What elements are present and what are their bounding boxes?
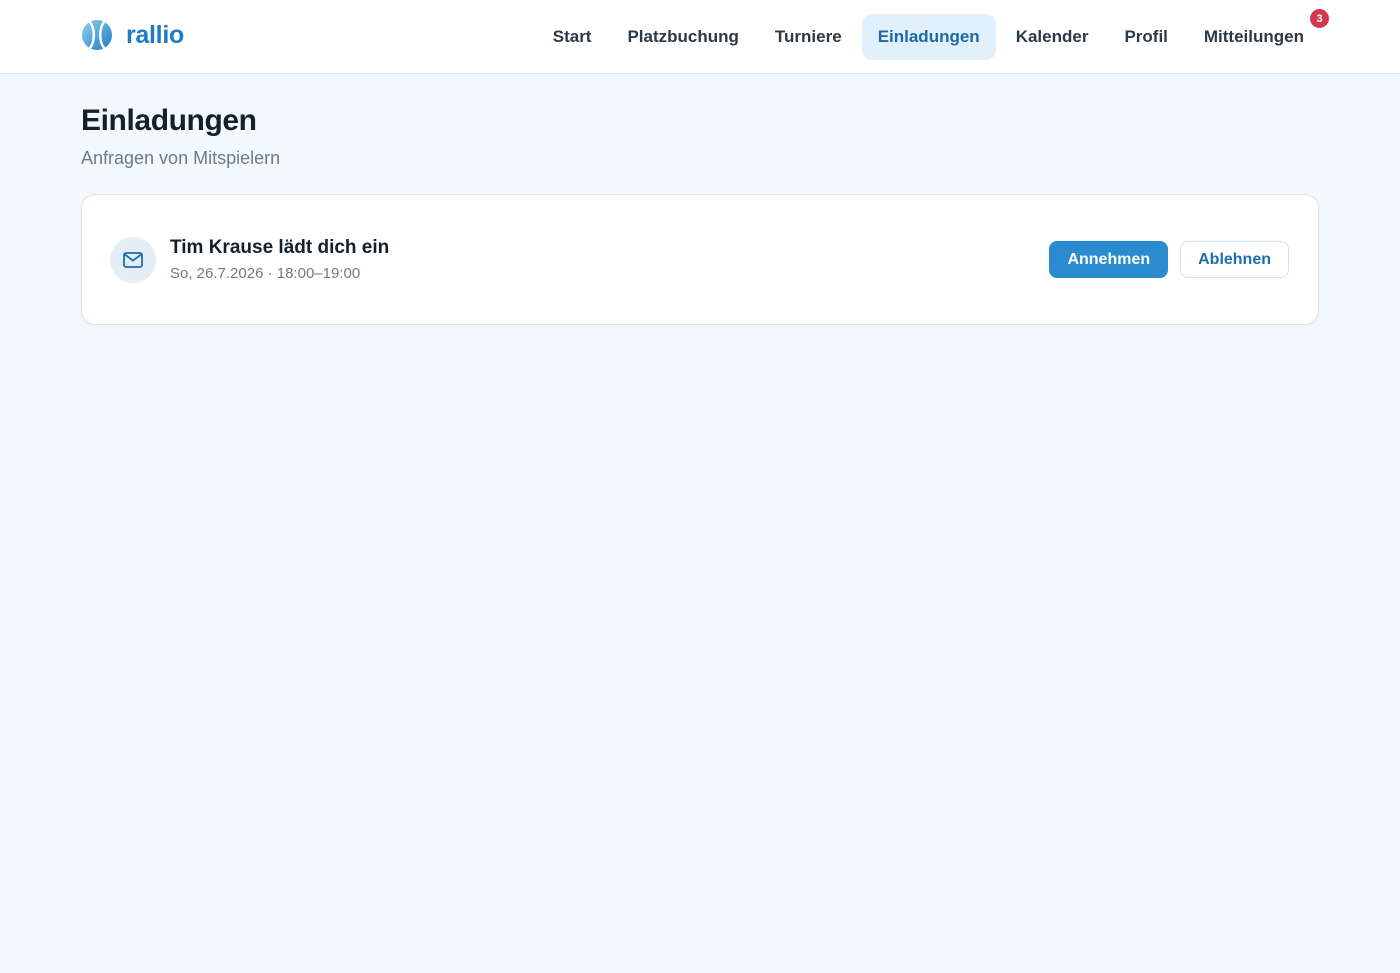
nav-item-kalender[interactable]: Kalender: [1000, 14, 1105, 60]
nav-item-label: Kalender: [1015, 27, 1089, 46]
nav-item-label: Profil: [1124, 27, 1168, 46]
notification-count-badge: 3: [1310, 9, 1329, 28]
mail-icon: [110, 237, 156, 283]
nav-item-label: Turniere: [774, 27, 842, 46]
tennis-ball-icon: [81, 19, 113, 51]
invitation-actions: Annehmen Ablehnen: [1049, 241, 1289, 278]
invitation-datetime: So, 26.7.2026 · 18:00–19:00: [170, 265, 361, 282]
nav-item-start[interactable]: Start: [537, 14, 608, 60]
brand-logo-link[interactable]: rallio: [81, 19, 184, 51]
nav-item-einladungen[interactable]: Einladungen: [861, 14, 996, 60]
invitation-title: Tim Krause lädt dich ein: [170, 237, 390, 258]
main-navigation: Start Platzbuchung Turniere Einladungen …: [537, 9, 1329, 60]
accept-button[interactable]: Annehmen: [1049, 241, 1169, 278]
nav-item-label: Start: [552, 27, 592, 46]
page-subtitle: Anfragen von Mitspielern: [81, 148, 281, 168]
nav-item-label: Mitteilungen: [1203, 27, 1304, 46]
brand-name: rallio: [126, 20, 184, 49]
nav-item-mitteilungen[interactable]: Mitteilungen 3: [1188, 9, 1329, 60]
decline-button[interactable]: Ablehnen: [1180, 241, 1289, 278]
nav-item-label: Einladungen: [877, 27, 980, 46]
nav-item-turniere[interactable]: Turniere: [759, 14, 858, 60]
nav-item-label: Platzbuchung: [627, 27, 739, 46]
page-title: Einladungen: [81, 104, 257, 137]
top-navigation-bar: rallio Start Platzbuchung Turniere Einla…: [0, 0, 1400, 74]
nav-item-profil[interactable]: Profil: [1108, 14, 1183, 60]
invitation-card: Tim Krause lädt dich ein So, 26.7.2026 ·…: [81, 194, 1319, 325]
nav-item-platzbuchung[interactable]: Platzbuchung: [611, 14, 754, 60]
